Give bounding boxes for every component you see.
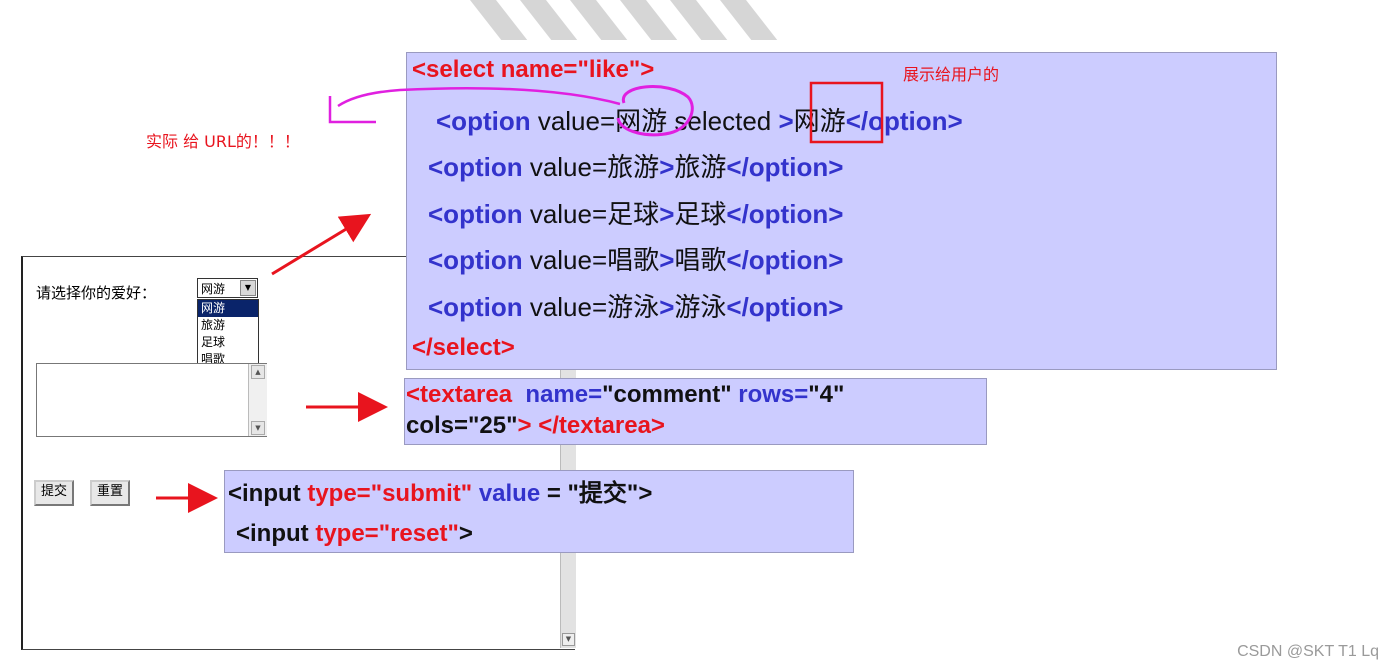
scroll-up-icon[interactable]: ▲ [251,365,265,379]
code-token: <option [436,106,531,136]
code-token: > [458,520,473,547]
input-code-line-1: <input type="submit" value = "提交"> [228,473,652,508]
submit-button[interactable]: 提交 [34,480,75,506]
scroll-down-icon[interactable]: ▼ [562,633,575,646]
reset-button[interactable]: 重置 [90,480,131,506]
code-token: 网游 [615,106,668,136]
code-token: </textarea> [538,412,665,439]
code-token: value= [522,199,608,229]
textarea-scrollbar[interactable]: ▲ ▼ [248,364,267,436]
url-arrow-hook [328,96,376,124]
comment-textarea[interactable]: ▲ ▼ [36,363,267,437]
hobby-select-value: 网游 [201,282,226,296]
code-token: </option> [726,152,844,182]
option-item[interactable]: 网游 [198,300,258,317]
code-token: 唱歌 [674,245,727,275]
code-token: <option [428,152,523,182]
code-token: 唱歌 [607,245,660,275]
code-token: > [659,199,675,229]
code-token: value [478,480,541,507]
select-close-tag: </select> [412,334,515,361]
code-token: <input [228,480,301,507]
code-token: value= [522,292,608,322]
code-line-option-4: <option value=唱歌>唱歌</option> [428,240,843,277]
scroll-down-icon[interactable]: ▼ [251,421,265,435]
code-token: <option [428,292,523,322]
code-token: </option> [726,245,844,275]
code-token: name= [525,381,603,408]
code-token: "comment" [602,381,732,408]
hobby-select[interactable]: 网游 ▼ [197,278,258,298]
code-token: = [540,480,568,507]
code-token: value= [530,106,616,136]
code-token: > [659,152,675,182]
code-line-option-1: <option value=网游 selected >网游</option> [436,101,963,138]
code-token: 网游 [793,106,846,136]
code-token: value= [522,152,608,182]
chevron-down-icon[interactable]: ▼ [240,280,256,296]
code-token: > [517,412,532,439]
code-line-option-2: <option value=旅游>旅游</option> [428,147,843,184]
textarea-code-line-2: cols="25"> </textarea> [406,412,665,440]
url-value-annotation: 实际 给 URL的！！！ [146,132,300,151]
code-token: > [659,292,675,322]
code-token: 游泳 [674,292,727,322]
code-token: 旅游 [674,152,727,182]
code-token: "25" [468,412,518,439]
code-token: <input [236,520,309,547]
code-token: > [638,480,653,507]
code-line-option-5: <option value=游泳>游泳</option> [428,287,843,324]
code-token: selected [667,106,779,136]
hobby-label: 请选择你的爱好： [36,284,157,302]
watermark: CSDN @SKT T1 Lq [1237,643,1379,660]
code-token: </option> [845,106,963,136]
code-token: "4" [808,381,845,408]
code-token: <option [428,199,523,229]
code-token: 旅游 [607,152,660,182]
code-token: cols= [406,412,469,439]
code-token: > [659,245,675,275]
code-token: "reset" [378,520,459,547]
code-token: </option> [726,199,844,229]
code-token: value= [522,245,608,275]
select-open-tag: <select name="like"> [412,56,655,83]
code-token: <textarea [406,381,513,408]
code-token: </option> [726,292,844,322]
code-token: "submit" [370,480,473,507]
input-code-line-2: <input type="reset"> [236,520,473,548]
code-line-option-3: <option value=足球>足球</option> [428,194,843,231]
code-token: > [778,106,794,136]
display-text-annotation: 展示给用户的 [903,65,1000,84]
code-token: <option [428,245,523,275]
code-token: type= [307,480,371,507]
code-token: 足球 [674,199,727,229]
code-token: 足球 [607,199,660,229]
code-token: rows= [738,381,809,408]
code-token: "提交" [567,480,639,507]
code-token: type= [315,520,379,547]
textarea-code-line-1: <textarea name="comment" rows="4" [406,381,844,409]
code-token: 游泳 [607,292,660,322]
option-item[interactable]: 旅游 [198,317,258,334]
option-item[interactable]: 足球 [198,334,258,351]
